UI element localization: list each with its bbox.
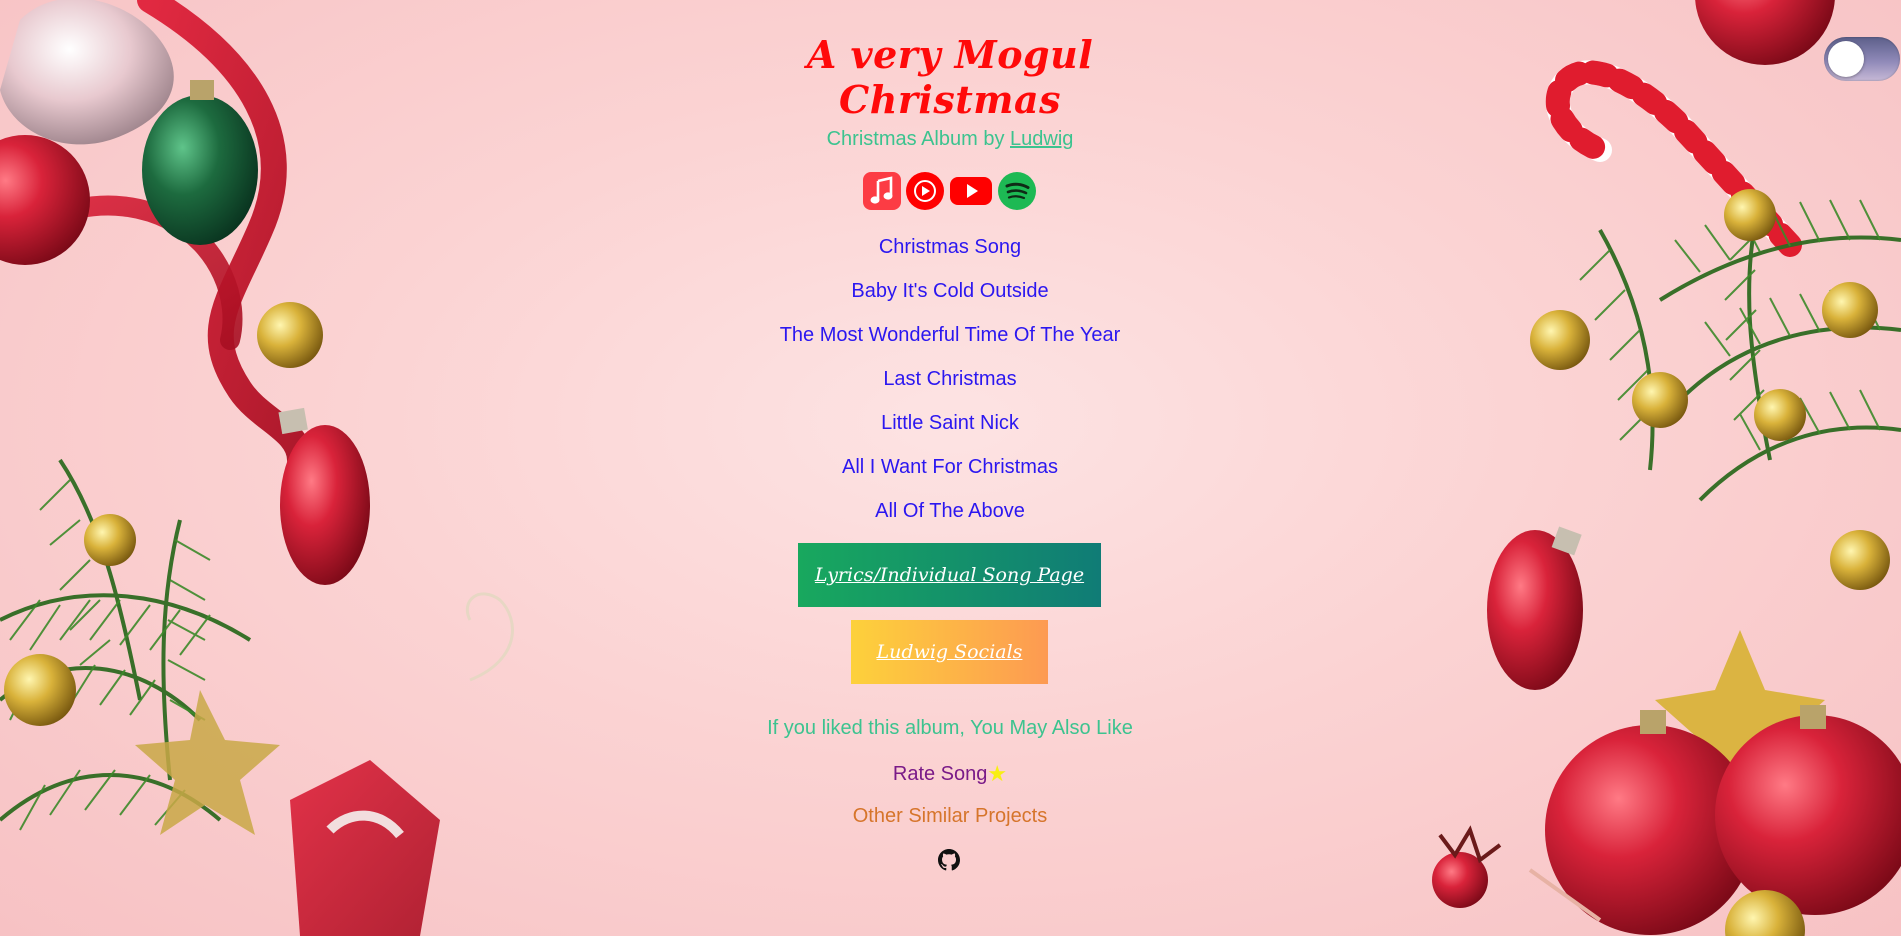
song-link-little-saint-nick[interactable]: Little Saint Nick: [700, 412, 1200, 435]
song-link-last-christmas[interactable]: Last Christmas: [700, 368, 1200, 391]
byline-text: Christmas Album by: [826, 128, 1010, 150]
album-byline: Christmas Album by Ludwig: [700, 128, 1200, 151]
youtube-icon[interactable]: [949, 174, 993, 213]
song-link-most-wonderful-time[interactable]: The Most Wonderful Time Of The Year: [700, 324, 1200, 347]
artist-link[interactable]: Ludwig: [1010, 128, 1073, 150]
song-link-christmas-song[interactable]: Christmas Song: [700, 236, 1200, 259]
toggle-knob: [1828, 41, 1864, 77]
spotify-icon[interactable]: [997, 171, 1037, 216]
also-like-text: If you liked this album, You May Also Li…: [767, 717, 1133, 739]
lyrics-song-page-button[interactable]: Lyrics/Individual Song Page: [798, 543, 1101, 607]
similar-projects-link[interactable]: Other Similar Projects: [700, 805, 1200, 828]
ludwig-socials-button[interactable]: Ludwig Socials: [851, 620, 1048, 684]
page-title: A very Mogul Christmas: [806, 32, 1094, 122]
rate-song-label: Rate Song: [892, 763, 988, 785]
star-icon: ★: [987, 761, 1008, 786]
youtube-music-icon[interactable]: [905, 171, 945, 216]
github-icon[interactable]: [938, 849, 960, 871]
song-link-baby-its-cold-outside[interactable]: Baby It's Cold Outside: [700, 280, 1200, 303]
streaming-platforms: [700, 171, 1200, 216]
apple-music-icon[interactable]: [863, 171, 901, 215]
theme-toggle[interactable]: [1824, 37, 1900, 81]
song-link-all-i-want-for-christmas[interactable]: All I Want For Christmas: [700, 456, 1200, 479]
song-link-all-of-the-above[interactable]: All Of The Above: [700, 500, 1200, 523]
rate-song-link[interactable]: Rate Song★: [700, 761, 1200, 787]
